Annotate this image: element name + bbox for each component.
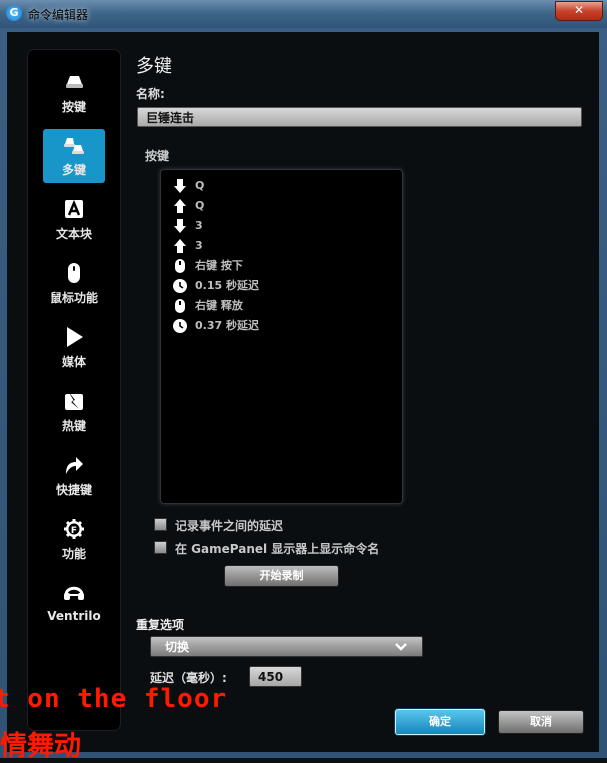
clock-icon — [173, 279, 187, 293]
app-logo-icon: G — [6, 5, 22, 21]
arrow-down-icon — [174, 219, 186, 233]
macro-event-text: 右键 按下 — [195, 259, 243, 272]
nav-label: 热键 — [61, 419, 86, 433]
command-type-nav: 按键 多键 文本块 鼠标功能 媒体 热键 快捷键 F 功能 Ventrilo — [28, 50, 120, 730]
nav-label: 按键 — [61, 100, 86, 114]
nav-item-function[interactable]: F 功能 — [43, 513, 105, 567]
nav-label: 鼠标功能 — [49, 291, 98, 305]
record-delays-checkbox[interactable] — [154, 518, 167, 531]
text-block-icon — [65, 199, 83, 218]
macro-event-text: 0.15 秒延迟 — [195, 279, 259, 292]
nav-item-multikey[interactable]: 多键 — [43, 129, 105, 183]
nav-label: 媒体 — [61, 355, 86, 369]
macro-event-text: Q — [195, 199, 205, 212]
repeat-mode-select[interactable]: 切换 — [150, 636, 423, 657]
cancel-button[interactable]: 取消 — [498, 710, 584, 734]
macro-event-text: 3 — [195, 239, 203, 252]
arrow-up-icon — [174, 239, 186, 253]
nav-label: 多键 — [61, 163, 86, 177]
shortcut-arrow-icon — [66, 457, 83, 474]
play-icon — [67, 327, 83, 347]
macro-event-text: 3 — [195, 219, 203, 232]
nav-item-text-block[interactable]: 文本块 — [43, 193, 105, 247]
start-record-button[interactable]: 开始录制 — [224, 565, 339, 587]
macro-event-text: Q — [195, 179, 205, 192]
chevron-down-icon — [395, 643, 407, 651]
headset-icon — [64, 586, 84, 600]
repeat-mode-value: 切换 — [165, 640, 190, 654]
mouse-icon — [68, 263, 80, 283]
record-delays-label: 记录事件之间的延迟 — [175, 519, 284, 533]
svg-text:F: F — [71, 526, 77, 536]
window-title: 命令编辑器 — [28, 8, 89, 22]
gamepanel-checkbox[interactable] — [154, 541, 167, 554]
nav-label: 功能 — [61, 547, 86, 561]
function-gear-icon: F — [64, 519, 84, 539]
multikey-icon — [64, 138, 84, 154]
overlay-caption-line1: t on the floor — [0, 684, 228, 714]
close-button[interactable]: ✕ — [555, 1, 603, 21]
key-icon — [66, 76, 83, 88]
mouse-icon — [175, 259, 185, 273]
nav-label: 文本块 — [55, 227, 92, 241]
gamepanel-label: 在 GamePanel 显示器上显示命令名 — [175, 542, 380, 556]
nav-item-hotkey[interactable]: 热键 — [43, 385, 105, 439]
title-bar[interactable]: G 命令编辑器 ✕ — [0, 0, 607, 29]
nav-item-shortcut[interactable]: 快捷键 — [43, 449, 105, 503]
nav-label: Ventrilo — [47, 609, 101, 623]
overlay-caption-line2: 情舞动 — [0, 731, 81, 762]
ok-button[interactable]: 确定 — [395, 709, 485, 735]
repeat-options-label: 重复选项 — [136, 618, 185, 632]
clock-icon — [173, 319, 187, 333]
nav-item-mouse[interactable]: 鼠标功能 — [43, 257, 105, 311]
nav-item-media[interactable]: 媒体 — [43, 321, 105, 375]
nav-label: 快捷键 — [55, 483, 92, 497]
nav-item-ventrilo[interactable]: Ventrilo — [43, 577, 105, 631]
page-title: 多键 — [136, 56, 172, 77]
hotkey-icon — [65, 391, 83, 410]
delay-input[interactable]: 450 — [249, 666, 302, 687]
keys-label: 按键 — [145, 149, 170, 163]
macro-event-text: 0.37 秒延迟 — [195, 319, 259, 332]
macro-event-list[interactable]: Q Q 3 3 右键 按下 0.15 秒延迟 右键 释放 0.37 秒延迟 — [160, 169, 403, 504]
nav-item-key[interactable]: 按键 — [43, 66, 105, 120]
name-input[interactable]: 巨锤连击 — [137, 107, 582, 127]
arrow-up-icon — [174, 199, 186, 213]
macro-event-text: 右键 释放 — [195, 299, 243, 312]
name-label: 名称: — [136, 87, 165, 101]
mouse-icon — [175, 299, 185, 313]
arrow-down-icon — [174, 179, 186, 193]
